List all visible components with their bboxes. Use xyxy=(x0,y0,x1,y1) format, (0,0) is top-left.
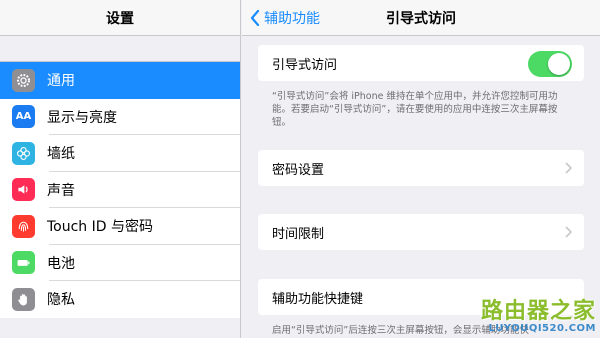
gear-icon xyxy=(12,68,35,92)
battery-icon xyxy=(12,251,35,275)
speaker-icon xyxy=(12,178,35,202)
sidebar-item-label: 声音 xyxy=(47,182,75,199)
watermark-url: LUYOUQI520.COM xyxy=(488,323,596,334)
guided-access-toggle[interactable] xyxy=(528,51,572,77)
detail-pane: 辅助功能 引导式访问 引导式访问 “引导式访问”会将 iPhone 维持在单个应… xyxy=(242,0,600,338)
accessibility-shortcut-label: 辅助功能快捷键 xyxy=(272,291,364,307)
sidebar-item-label: 通用 xyxy=(47,73,75,90)
sidebar-title: 设置 xyxy=(106,10,134,27)
sidebar-item-general[interactable]: 通用 xyxy=(0,62,240,99)
sidebar-item-battery[interactable]: 电池 xyxy=(0,244,240,281)
sidebar-item-label: 显示与亮度 xyxy=(47,109,117,126)
sidebar-item-sounds[interactable]: 声音 xyxy=(0,171,240,208)
guided-access-note: “引导式访问”会将 iPhone 维持在单个应用中，并允许您控制可用功能。若要启… xyxy=(272,91,558,128)
settings-sidebar: 设置 通用 AA 显示与亮度 墙纸 声音 Touch ID 与密码 电池 隐私 xyxy=(0,0,241,338)
sidebar-item-label: Touch ID 与密码 xyxy=(47,219,153,236)
sidebar-item-label: 电池 xyxy=(47,255,75,272)
chevron-right-icon xyxy=(565,162,572,174)
flower-icon xyxy=(12,141,35,165)
hand-icon xyxy=(12,287,35,311)
page-title: 引导式访问 xyxy=(386,10,456,27)
back-button[interactable]: 辅助功能 xyxy=(250,0,320,36)
watermark-logo: 路由器之家 xyxy=(480,299,596,324)
sidebar-item-wallpaper[interactable]: 墙纸 xyxy=(0,135,240,172)
chevron-right-icon xyxy=(565,226,572,238)
passcode-settings-row[interactable]: 密码设置 xyxy=(258,150,584,186)
fingerprint-icon xyxy=(12,214,35,238)
sidebar-item-label: 墙纸 xyxy=(47,146,75,163)
time-limit-row[interactable]: 时间限制 xyxy=(258,214,584,250)
guided-access-row: 引导式访问 xyxy=(258,45,584,81)
back-label: 辅助功能 xyxy=(264,11,320,27)
watermark: 路由器之家 LUYOUQI520.COM xyxy=(481,293,596,334)
nav-bar: 辅助功能 引导式访问 xyxy=(242,0,600,36)
sidebar-item-label: 隐私 xyxy=(47,292,75,309)
sidebar-header: 设置 xyxy=(0,0,240,36)
guided-access-label: 引导式访问 xyxy=(272,57,338,73)
sidebar-item-display[interactable]: AA 显示与亮度 xyxy=(0,98,240,135)
settings-list: 通用 AA 显示与亮度 墙纸 声音 Touch ID 与密码 电池 隐私 xyxy=(0,61,240,318)
chevron-left-icon xyxy=(250,10,260,26)
passcode-settings-label: 密码设置 xyxy=(272,162,325,178)
sidebar-item-privacy[interactable]: 隐私 xyxy=(0,281,240,318)
sidebar-item-touchid[interactable]: Touch ID 与密码 xyxy=(0,208,240,245)
toggle-knob xyxy=(548,53,570,75)
text-size-icon: AA xyxy=(12,105,35,129)
time-limit-label: 时间限制 xyxy=(272,226,325,242)
